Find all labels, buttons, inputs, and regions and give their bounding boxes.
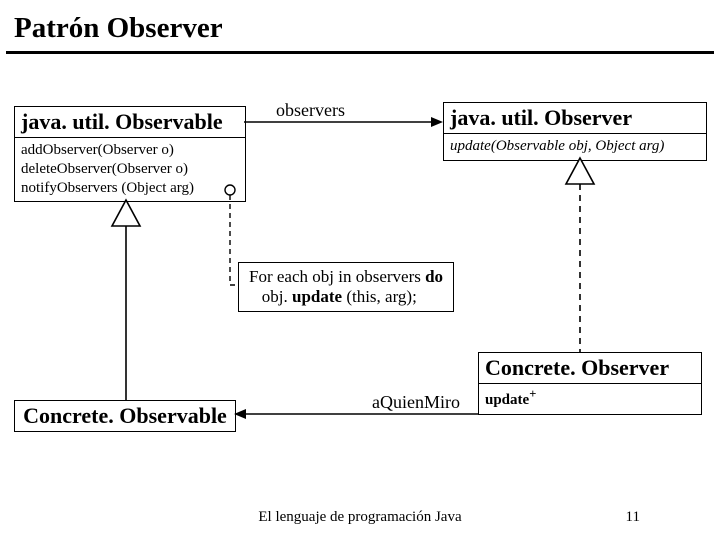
class-observer-ops: update(Observable obj, Object arg)	[444, 133, 706, 160]
class-observable-title: java. util. Observable	[15, 107, 245, 137]
op-update-abstract: update(Observable obj, Object arg)	[450, 137, 700, 156]
note-line2: obj. update (this, arg);	[249, 287, 443, 307]
page-number: 11	[626, 509, 640, 526]
note-line2-pre: obj.	[249, 287, 292, 306]
class-concrete-observer-title: Concrete. Observer	[479, 353, 701, 383]
slide-title: Patrón Observer	[0, 0, 720, 51]
class-concrete-observer-ops: update+	[479, 383, 701, 414]
note-line2-bold: update	[292, 287, 342, 306]
class-observable: java. util. Observable addObserver(Obser…	[14, 106, 246, 202]
assoc-label-observers: observers	[276, 100, 345, 121]
note-line2-post: (this, arg);	[342, 287, 417, 306]
class-observable-ops: addObserver(Observer o) deleteObserver(O…	[15, 137, 245, 201]
op-deleteObserver: deleteObserver(Observer o)	[21, 160, 239, 179]
op-notifyObservers: notifyObservers (Object arg)	[21, 179, 239, 198]
title-rule	[6, 51, 714, 54]
class-concrete-observable-title: Concrete. Observable	[15, 401, 235, 431]
class-concrete-observer: Concrete. Observer update+	[478, 352, 702, 415]
op-addObserver: addObserver(Observer o)	[21, 141, 239, 160]
class-observer: java. util. Observer update(Observable o…	[443, 102, 707, 161]
note-line1-bold: do	[425, 267, 443, 286]
class-observer-title: java. util. Observer	[444, 103, 706, 133]
op-update-sup: +	[529, 387, 536, 401]
note-line1-pre: For each obj in observers	[249, 267, 425, 286]
note-notify: For each obj in observers do obj. update…	[238, 262, 454, 312]
note-line1: For each obj in observers do	[249, 267, 443, 287]
class-concrete-observable: Concrete. Observable	[14, 400, 236, 432]
op-update-concrete: update	[485, 392, 529, 408]
assoc-label-aquienmiro: aQuienMiro	[372, 392, 460, 413]
footer-text: El lenguaje de programación Java	[0, 509, 720, 526]
